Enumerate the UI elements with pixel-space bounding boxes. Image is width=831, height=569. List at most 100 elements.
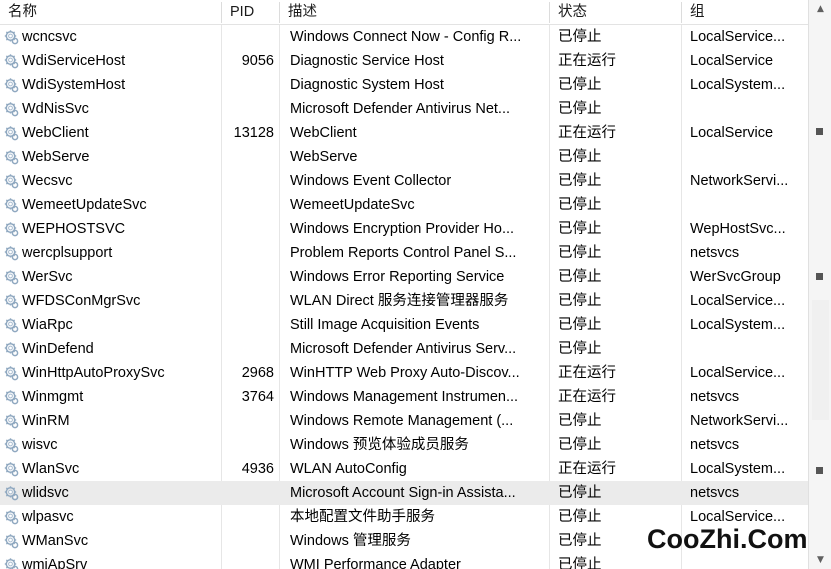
cell-service-name: WdNisSvc <box>22 101 89 117</box>
cell-group: netsvcs <box>690 389 740 405</box>
cell-service-name: WFDSConMgrSvc <box>22 293 141 309</box>
column-header-status[interactable]: 状态 <box>550 0 681 25</box>
cell-service-name: WEPHOSTSVC <box>22 221 126 237</box>
service-gear-icon <box>3 125 20 142</box>
table-row[interactable]: Winmgmt 3764 Windows Management Instrumen.… <box>0 385 808 409</box>
service-gear-icon <box>3 485 20 502</box>
scroll-down-arrow-icon[interactable]: ▼ <box>809 551 831 569</box>
cell-description: Problem Reports Control Panel S... <box>290 245 517 261</box>
cell-description: WebServe <box>290 149 358 165</box>
table-row[interactable]: wlidsvc Microsoft Account Sign-in Assista… <box>0 481 808 505</box>
cell-description: Microsoft Defender Antivirus Net... <box>290 101 510 117</box>
table-row[interactable]: WerSvc Windows Error Reporting Service 已停止… <box>0 265 808 289</box>
service-gear-icon <box>3 149 20 166</box>
table-row[interactable]: Wecsvc Windows Event Collector 已停止 NetworkS… <box>0 169 808 193</box>
service-gear-icon <box>3 77 20 94</box>
scrollbar-tick-mark <box>816 128 823 135</box>
cell-pid: 9056 <box>241 53 274 69</box>
table-row[interactable]: WinRM Windows Remote Management (... 已停止 Ne… <box>0 409 808 433</box>
cell-description: WinHTTP Web Proxy Auto-Discov... <box>290 365 520 381</box>
cell-group <box>690 193 806 217</box>
cell-group: netsvcs <box>690 485 740 501</box>
service-gear-icon <box>3 29 20 46</box>
table-row[interactable]: WinHttpAutoProxySvc 2968 WinHTTP Web Proxy… <box>0 361 808 385</box>
cell-service-name: WinDefend <box>22 341 94 357</box>
column-header-group[interactable]: 组 <box>682 0 808 25</box>
services-table-body[interactable]: wcncsvc Windows Connect Now - Config R...… <box>0 25 808 569</box>
scrollbar-tick-mark <box>816 273 823 280</box>
cell-description: Windows Management Instrumen... <box>290 389 519 405</box>
cell-group: LocalSystem... <box>690 461 786 477</box>
service-gear-icon <box>3 461 20 478</box>
table-row[interactable]: WEPHOSTSVC Windows Encryption Provider Ho… <box>0 217 808 241</box>
cell-service-name: WdiServiceHost <box>22 53 126 69</box>
cell-group: NetworkServi... <box>690 173 789 189</box>
cell-service-name: WManSvc <box>22 533 89 549</box>
service-gear-icon <box>3 317 20 334</box>
cell-description: Windows Event Collector <box>290 173 452 189</box>
cell-pid <box>222 241 274 265</box>
table-row[interactable]: WdiServiceHost 9056 Diagnostic Service Hos… <box>0 49 808 73</box>
service-gear-icon <box>3 173 20 190</box>
cell-status: 正在运行 <box>558 53 616 69</box>
cell-description: Windows 预览体验成员服务 <box>290 437 469 453</box>
table-row[interactable]: WebServe WebServe 已停止 <box>0 145 808 169</box>
cell-description: WLAN AutoConfig <box>290 461 407 477</box>
table-row[interactable]: WemeetUpdateSvc WemeetUpdateSvc 已停止 <box>0 193 808 217</box>
cell-service-name: WebClient <box>22 125 89 141</box>
table-row[interactable]: WdiSystemHost Diagnostic System Host 已停止 Lo… <box>0 73 808 97</box>
cell-service-name: wercplsupport <box>22 245 113 261</box>
table-row[interactable]: WlanSvc 4936 WLAN AutoConfig 正在运行 LocalSyste… <box>0 457 808 481</box>
cell-group: LocalSystem... <box>690 77 786 93</box>
cell-pid: 13128 <box>233 125 274 141</box>
table-row[interactable]: wisvc Windows 预览体验成员服务 已停止 netsvcs <box>0 433 808 457</box>
cell-status: 正在运行 <box>558 389 616 405</box>
cell-group <box>690 97 806 121</box>
cell-service-name: WinHttpAutoProxySvc <box>22 365 165 381</box>
cell-description: Diagnostic System Host <box>290 77 444 93</box>
scroll-up-arrow-icon[interactable]: ▲ <box>809 0 831 18</box>
cell-pid <box>222 73 274 97</box>
cell-status: 已停止 <box>558 413 602 429</box>
cell-description: WLAN Direct 服务连接管理器服务 <box>290 293 509 309</box>
cell-description: WMI Performance Adapter <box>290 557 461 569</box>
cell-group: netsvcs <box>690 245 740 261</box>
service-gear-icon <box>3 269 20 286</box>
table-row[interactable]: WinDefend Microsoft Defender Antivirus Se… <box>0 337 808 361</box>
scrollbar-tick-mark <box>816 467 823 474</box>
table-row[interactable]: WiaRpc Still Image Acquisition Events 已停止 L… <box>0 313 808 337</box>
table-row[interactable]: WdNisSvc Microsoft Defender Antivirus Net… <box>0 97 808 121</box>
cell-status: 已停止 <box>558 101 602 117</box>
cell-service-name: WlanSvc <box>22 461 80 477</box>
vertical-scrollbar[interactable]: ▲ ▼ <box>808 0 831 569</box>
cell-pid <box>222 289 274 313</box>
service-gear-icon <box>3 341 20 358</box>
table-row[interactable]: wmiApSrv WMI Performance Adapter 已停止 <box>0 553 808 569</box>
cell-status: 已停止 <box>558 197 602 213</box>
service-gear-icon <box>3 509 20 526</box>
table-row[interactable]: wercplsupport Problem Reports Control Pan… <box>0 241 808 265</box>
cell-service-name: Winmgmt <box>22 389 84 405</box>
cell-status: 已停止 <box>558 341 602 357</box>
scrollbar-thumb[interactable] <box>812 300 829 420</box>
cell-pid <box>222 505 274 529</box>
cell-description: Still Image Acquisition Events <box>290 317 480 333</box>
table-row[interactable]: wcncsvc Windows Connect Now - Config R...… <box>0 25 808 49</box>
watermark-text: CooZhi.Com <box>647 524 808 554</box>
cell-description: Windows Error Reporting Service <box>290 269 505 285</box>
cell-group: WepHostSvc... <box>690 221 786 237</box>
cell-pid <box>222 481 274 505</box>
table-row[interactable]: WFDSConMgrSvc WLAN Direct 服务连接管理器服务 已停止 Loc… <box>0 289 808 313</box>
service-gear-icon <box>3 101 20 118</box>
cell-group: WerSvcGroup <box>690 269 781 285</box>
cell-pid <box>222 529 274 553</box>
column-header-description[interactable]: 描述 <box>280 0 549 25</box>
service-gear-icon <box>3 557 20 569</box>
service-gear-icon <box>3 437 20 454</box>
cell-service-name: WemeetUpdateSvc <box>22 197 147 213</box>
cell-pid <box>222 217 274 241</box>
column-header-pid[interactable]: PID <box>222 0 279 25</box>
cell-description: Windows Remote Management (... <box>290 413 514 429</box>
table-row[interactable]: WebClient 13128 WebClient 正在运行 LocalService <box>0 121 808 145</box>
cell-pid <box>222 313 274 337</box>
